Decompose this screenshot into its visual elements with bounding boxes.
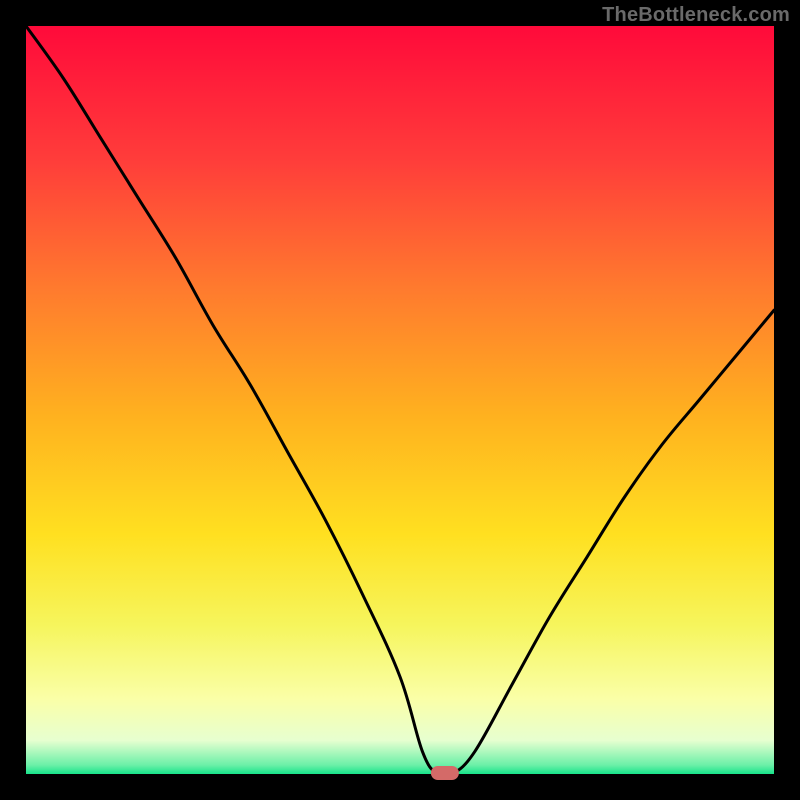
watermark-text: TheBottleneck.com [602, 4, 790, 27]
bottleneck-chart [0, 0, 800, 800]
chart-container: TheBottleneck.com [0, 0, 800, 800]
